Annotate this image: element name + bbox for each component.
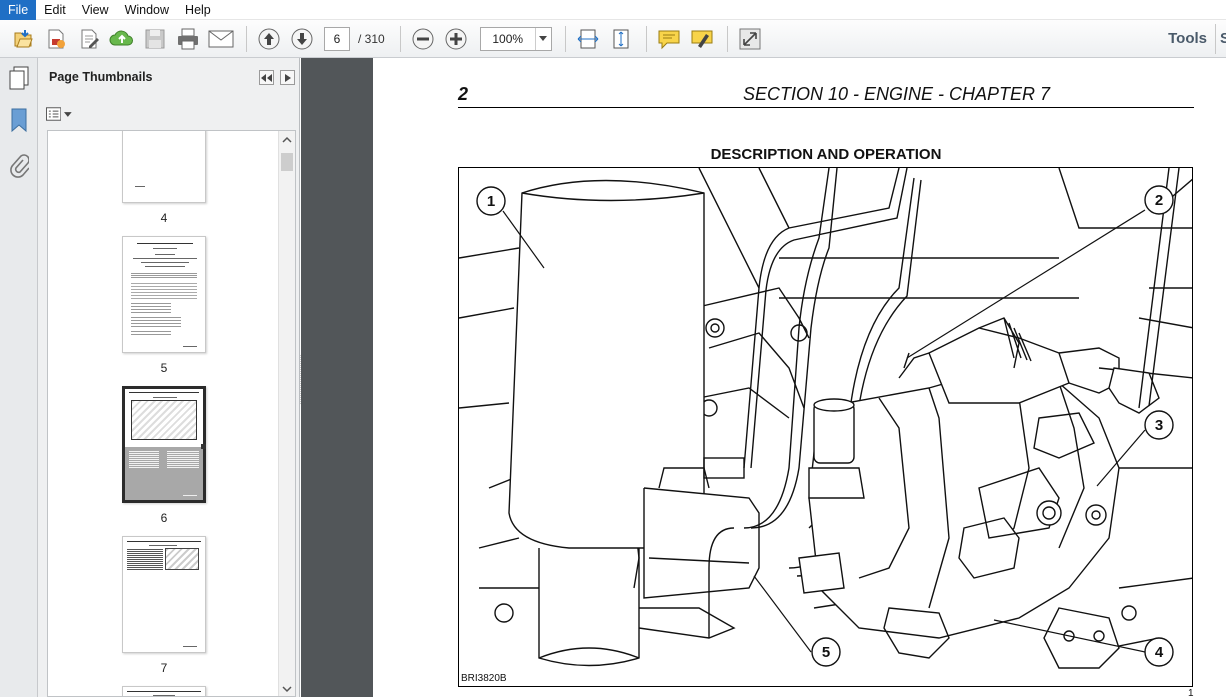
navigation-rail [0, 58, 38, 697]
panel-expand-button[interactable] [280, 70, 295, 85]
attachments-rail-button[interactable] [7, 153, 31, 178]
page-header-number: 2 [458, 84, 469, 104]
tools-button[interactable]: Tools [1168, 30, 1207, 47]
toolbar-separator [399, 25, 401, 52]
thumbnail-page-5[interactable] [122, 236, 206, 353]
print-icon [178, 28, 198, 49]
highlight-icon [691, 30, 713, 48]
email-button[interactable] [206, 24, 236, 54]
edit-button[interactable] [74, 24, 104, 54]
upload-icon [109, 30, 133, 45]
menu-view[interactable]: View [74, 0, 117, 20]
toolbar-separator [726, 25, 728, 52]
options-list-icon [46, 107, 62, 121]
fit-width-button[interactable] [573, 24, 603, 54]
thumbnail-page-7[interactable] [122, 536, 206, 653]
next-page-button[interactable] [287, 24, 317, 54]
callout-3: 3 [1155, 417, 1163, 434]
fullscreen-icon [739, 28, 761, 49]
zoom-out-icon [412, 28, 434, 49]
open-icon [14, 29, 33, 47]
open-button[interactable] [8, 24, 38, 54]
scroll-down-icon [282, 686, 292, 693]
engine-figure: 1 2 3 4 5 BRI3820B [458, 167, 1193, 687]
double-chevron-left-icon [261, 73, 272, 82]
toolbar-separator [1215, 24, 1216, 54]
thumbnail-scrollbar[interactable] [278, 131, 295, 696]
fit-width-icon [577, 29, 599, 48]
menu-file[interactable]: File [0, 0, 37, 20]
collapse-panel-button[interactable] [259, 70, 274, 85]
page-number-input[interactable]: 6 [324, 26, 350, 51]
zoom-out-button[interactable] [408, 24, 438, 54]
callout-5: 5 [822, 644, 830, 661]
page-down-icon [291, 28, 313, 49]
menu-window[interactable]: Window [117, 0, 177, 20]
zoom-select[interactable]: 100% [479, 26, 552, 51]
save-button[interactable] [140, 24, 170, 54]
menu-bar: File Edit View Window Help [0, 0, 1226, 20]
comment-button[interactable] [654, 24, 684, 54]
thumbnail-page-4[interactable] [122, 131, 206, 203]
previous-page-button[interactable] [254, 24, 284, 54]
thumbnail-list[interactable]: 4 5 6 7 [47, 130, 296, 697]
document-viewport[interactable]: 2 SECTION 10 - ENGINE - CHAPTER 7 DESCRI… [301, 58, 1226, 699]
paperclip-icon [10, 154, 29, 178]
panel-title: Page Thumbnails [49, 70, 153, 84]
zoom-dropdown-button[interactable] [534, 27, 551, 50]
bookmark-icon [11, 108, 27, 133]
scroll-up-icon [282, 136, 292, 143]
thumbnail-page-6[interactable] [122, 386, 206, 503]
pages-icon [9, 66, 29, 90]
scrollbar-thumb[interactable] [281, 153, 293, 171]
page-header-title: SECTION 10 - ENGINE - CHAPTER 7 [742, 84, 1050, 104]
thumbnail-label: 6 [160, 511, 168, 525]
toolbar-separator [246, 25, 247, 52]
callout-4: 4 [1155, 644, 1164, 661]
upload-button[interactable] [107, 24, 137, 54]
fit-page-icon [613, 29, 629, 48]
chevron-down-icon [539, 36, 548, 41]
chevron-right-icon [284, 73, 291, 82]
thumbnail-options-button[interactable] [46, 106, 72, 122]
toolbar: 6 / 310 100% Tools S [0, 20, 1226, 58]
zoom-in-button[interactable] [441, 24, 471, 54]
menu-help[interactable]: Help [177, 0, 219, 20]
create-icon [48, 29, 65, 48]
comment-icon [658, 30, 680, 49]
page-thumbnails-rail-button[interactable] [7, 66, 31, 90]
pdf-page: 2 SECTION 10 - ENGINE - CHAPTER 7 DESCRI… [373, 58, 1226, 699]
toolbar-separator [564, 25, 566, 52]
figure-number: 1 [1188, 688, 1194, 699]
create-button[interactable] [41, 24, 71, 54]
thumbnail-label: 5 [160, 361, 168, 375]
thumbnail-page-8[interactable] [122, 686, 206, 696]
section-heading: DESCRIPTION AND OPERATION [710, 146, 942, 163]
chevron-down-icon [64, 111, 72, 117]
toolbar-separator [645, 25, 647, 52]
bookmarks-rail-button[interactable] [7, 108, 31, 133]
highlight-button[interactable] [687, 24, 717, 54]
next-tab-edge: S [1220, 30, 1226, 47]
thumbnail-label: 4 [160, 211, 168, 225]
fuel-filter-injection-pump-drawing: 1 2 3 4 5 [459, 168, 1192, 669]
page-thumbnails-panel: Page Thumbnails 4 5 6 7 [38, 58, 300, 697]
email-icon [208, 30, 234, 47]
callout-2: 2 [1155, 192, 1163, 209]
page-total: / 310 [358, 31, 385, 46]
menu-edit[interactable]: Edit [36, 0, 74, 20]
print-button[interactable] [173, 24, 203, 54]
zoom-value: 100% [492, 31, 524, 46]
panel-header: Page Thumbnails [38, 58, 300, 100]
zoom-in-icon [445, 28, 467, 49]
callout-1: 1 [487, 193, 495, 210]
edit-icon [81, 29, 99, 48]
header-rule [458, 107, 1194, 108]
figure-code: BRI3820B [461, 673, 507, 684]
save-icon [145, 29, 165, 48]
thumbnail-label: 7 [160, 661, 168, 675]
page-up-icon [258, 28, 280, 49]
fullscreen-button[interactable] [735, 24, 765, 54]
fit-page-button[interactable] [606, 24, 636, 54]
